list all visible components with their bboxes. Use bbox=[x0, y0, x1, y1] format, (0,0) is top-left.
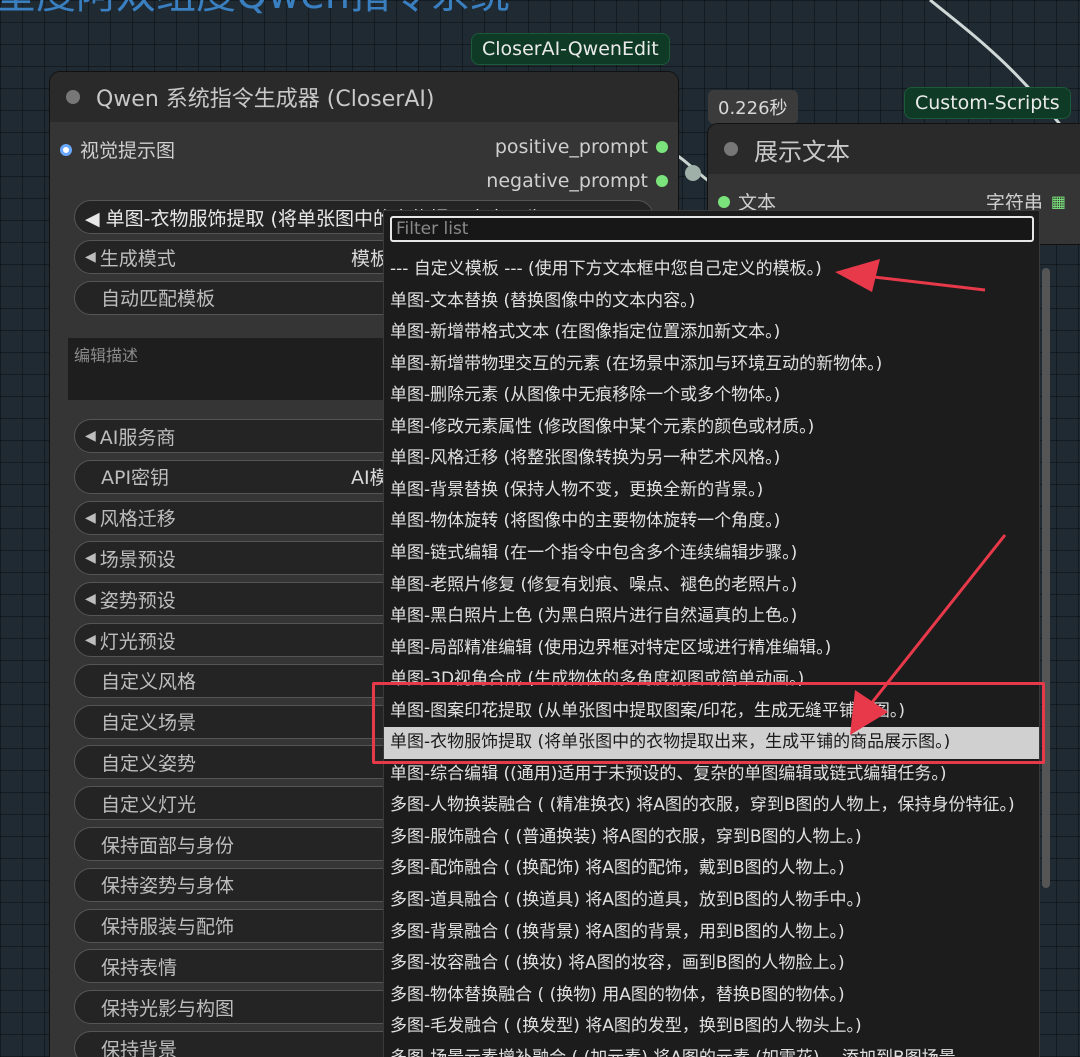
annotation-arrows bbox=[835, 259, 1007, 735]
arrow-line-top bbox=[864, 274, 986, 292]
arrow-head-top bbox=[835, 259, 880, 292]
arrow-line-bottom bbox=[868, 534, 1007, 706]
arrow-head-bottom bbox=[850, 690, 888, 735]
